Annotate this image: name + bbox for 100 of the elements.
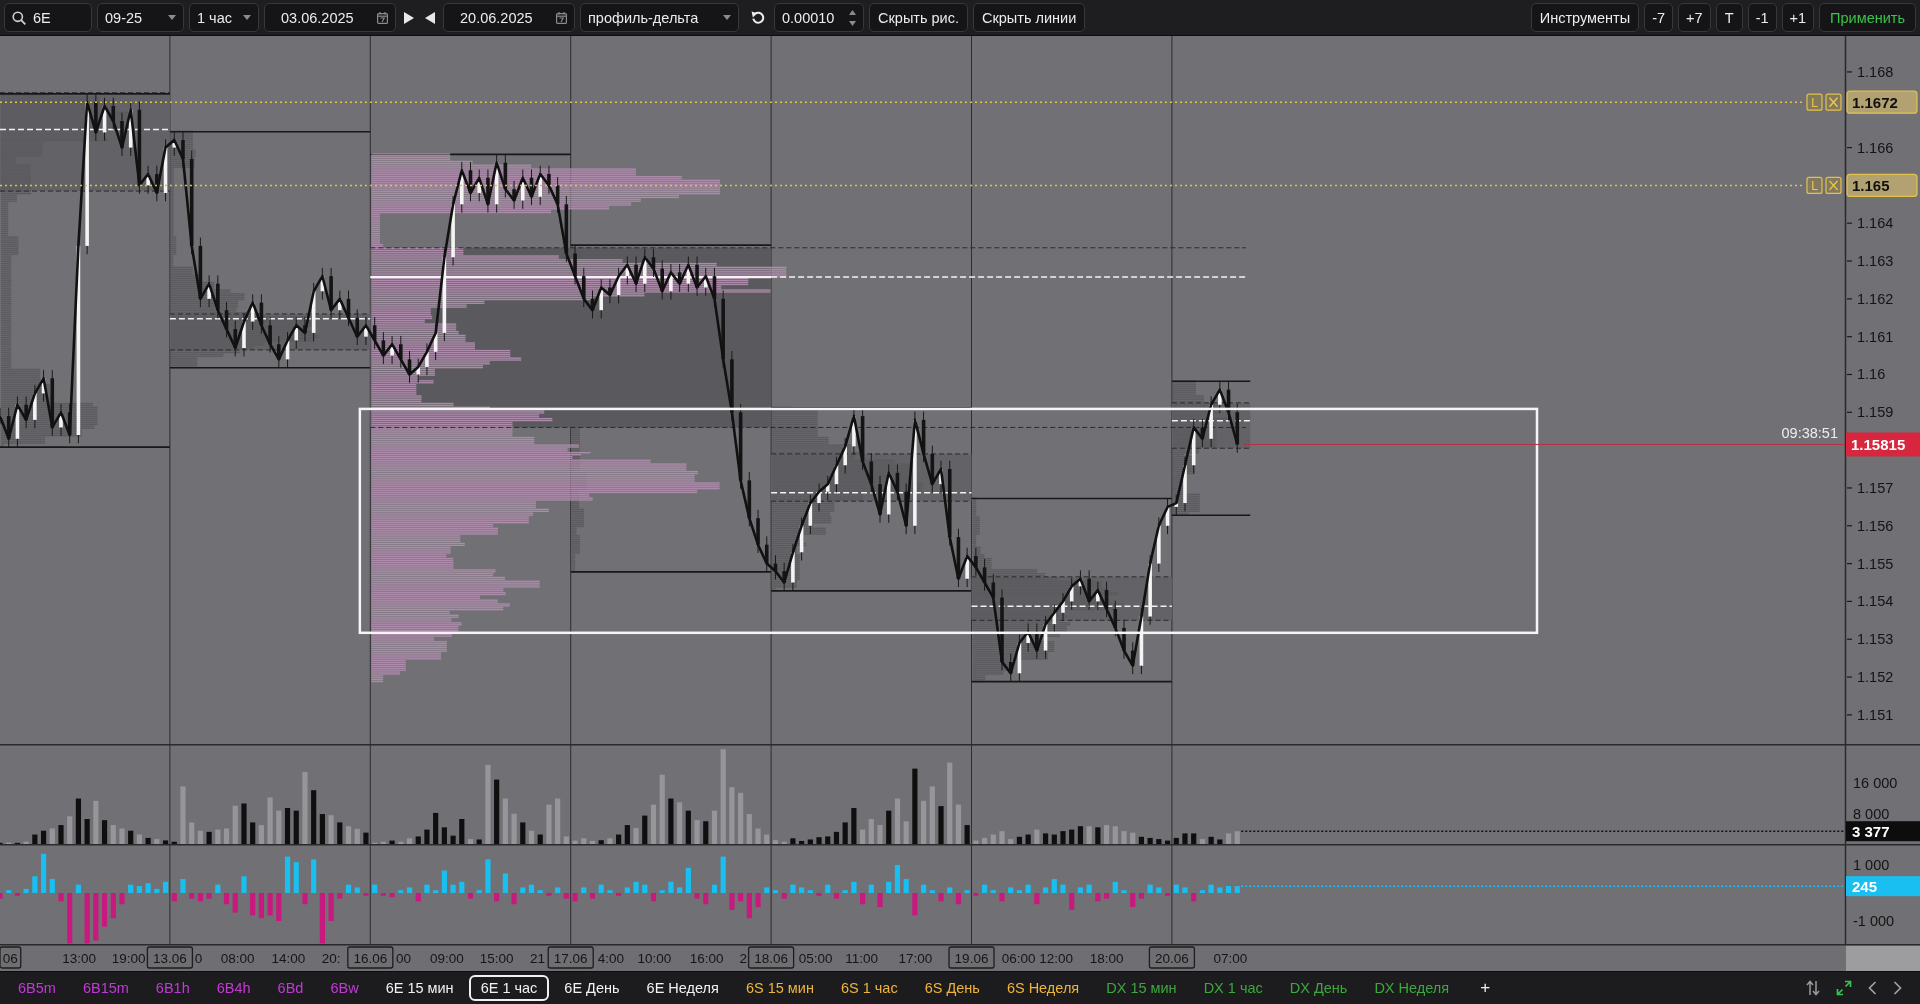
time-axis-label: 11:00 [845,951,879,966]
close-icon [1828,180,1839,191]
price-axis-label: 1.155 [1857,555,1894,572]
apply-button[interactable]: Применить [1819,3,1916,32]
selection-rectangle[interactable] [358,407,1539,635]
instrument-tab[interactable]: DX 15 мин [1094,975,1189,1001]
remove-line-button[interactable] [1825,176,1842,194]
time-axis-label: 08:00 [220,951,255,966]
time-axis-label: 00 [395,951,411,966]
price-level-line[interactable] [0,101,1804,103]
current-time-label: 09:38:51 [1781,425,1838,442]
chevron-right-icon[interactable] [1893,981,1902,995]
price-axis-label: 1.152 [1857,669,1894,686]
date-label: 20.06 [1148,946,1196,969]
date-label: 18.06 [747,946,795,969]
time-axis-label: 4:00 [597,951,624,966]
triangle-left-icon[interactable] [425,11,435,24]
price-axis-label: 1.168 [1857,63,1894,80]
close-icon [1828,97,1839,108]
shift-button[interactable]: -7 [1644,3,1674,32]
price-axis-label: 1.16 [1857,366,1886,383]
time-axis-label: 13:00 [62,951,96,966]
instrument-tab[interactable]: 6E Неделя [634,975,731,1001]
instrument-tab[interactable]: DX 1 час [1191,975,1275,1001]
instrument-tab[interactable]: 6S Неделя [994,975,1092,1001]
instrument-tab[interactable]: 6E 15 мин [373,975,466,1001]
date-label: 13.06 [146,946,194,969]
date-from-field[interactable]: 03.06.2025 [264,3,396,32]
volume-value-label: 3 377 [1846,821,1920,842]
price-axis-label: 1.166 [1857,139,1894,156]
volume-axis-label: 8 000 [1853,805,1890,822]
current-price-label: 1.15815 [1846,432,1920,457]
date-label: 16.06 [347,946,394,969]
remove-line-button[interactable] [1825,93,1842,111]
instrument-tab[interactable]: 6S 1 час [828,975,910,1001]
date-label: 17.06 [547,946,594,969]
refresh-icon[interactable] [750,9,766,26]
instrument-tab[interactable]: 6S День [912,975,992,1001]
toolbar-button[interactable]: Скрыть линии [972,3,1086,32]
play-icon[interactable] [404,11,414,24]
price-level-label: 1.1672 [1846,90,1918,114]
time-axis-label: 16:00 [689,951,724,966]
price-level-line[interactable] [0,184,1804,187]
expand-icon[interactable] [1836,980,1852,996]
price-axis-label: 1.151 [1857,706,1894,723]
chevron-left-icon[interactable] [1868,981,1877,995]
add-tab-button[interactable]: + [1474,978,1497,998]
shift-button[interactable]: -1 [1747,3,1777,32]
shift-button[interactable]: +7 [1678,3,1711,32]
step-field[interactable]: 0.00010 [774,3,864,32]
search-icon [12,10,26,25]
time-axis-label: 15:00 [479,951,514,966]
time-axis-label: 18:00 [1089,951,1124,966]
time-axis-label: 2 [739,951,747,966]
instrument-tab[interactable]: 6Bw [318,975,371,1001]
price-axis-label: 1.154 [1857,593,1894,610]
caret-icon [243,15,251,20]
toolbar-button[interactable]: Скрыть рис. [869,3,968,32]
time-axis-label: 14:00 [271,951,306,966]
time-axis-label: 21 [530,951,546,966]
shift-button[interactable]: +1 [1781,3,1815,32]
instrument-tab[interactable]: DX Неделя [1362,975,1462,1001]
delta-value-label: 245 [1846,876,1920,897]
instrument-tab[interactable]: 6E 1 час [468,975,550,1001]
price-axis-label: 1.157 [1857,479,1894,496]
price-axis-label: 1.162 [1857,290,1894,307]
search-field[interactable]: 6E [4,3,92,32]
instrument-tab[interactable]: 6B4h [204,975,263,1001]
price-axis-label: 1.163 [1857,253,1894,270]
date-to-field[interactable]: 20.06.2025 [443,3,575,32]
price-axis-label: 1.153 [1857,631,1894,648]
price-axis-label: 1.159 [1857,404,1894,421]
instrument-tab[interactable]: 6S 15 мин [733,975,826,1001]
price-axis-label: 1.164 [1857,215,1894,232]
caret-icon [168,15,176,20]
time-axis-label: 20: [321,951,341,966]
instrument-tab[interactable]: 6B5m [6,975,68,1001]
time-axis-label: 17:00 [898,951,933,966]
timeframe-dropdown[interactable]: 1 час [189,3,259,32]
volume-axis-label: 16 000 [1853,775,1898,792]
instrument-tab[interactable]: 6E День [552,975,632,1001]
instrument-tab[interactable]: DX День [1277,975,1360,1001]
instrument-tab[interactable]: 6B1h [143,975,202,1001]
calendar-icon [377,11,388,24]
time-axis-label: 06:00 [1001,951,1036,966]
instrument-tab[interactable]: 6B15m [70,975,141,1001]
spinner-arrows-icon [849,9,856,26]
time-axis-label: 19:00 [111,951,146,966]
time-axis-label: 07:00 [1213,951,1248,966]
shift-button[interactable]: T [1715,3,1743,32]
date-label: 19.06 [948,946,995,969]
caret-icon [723,15,731,20]
price-axis-label: 1.161 [1857,328,1894,345]
instrument-tab[interactable]: 6Bd [265,975,316,1001]
contract-dropdown[interactable]: 09-25 [97,3,184,32]
mode-dropdown[interactable]: профиль-дельта [580,3,739,32]
time-axis-label: 09:00 [430,951,464,966]
tools-button[interactable]: Инструменты [1530,3,1640,32]
price-axis-label: 1.156 [1857,517,1894,534]
sort-arrows-icon[interactable] [1806,980,1820,996]
